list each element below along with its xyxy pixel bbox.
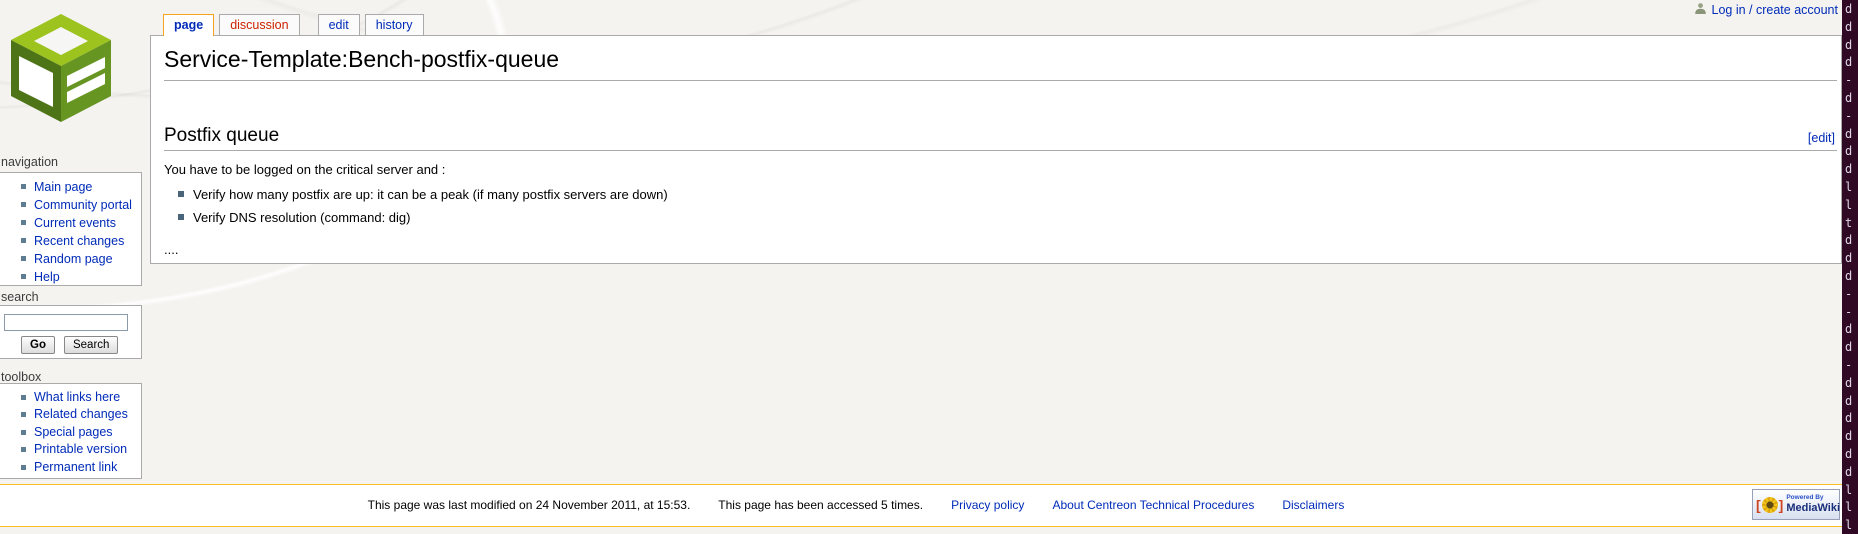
tab-history[interactable]: history [365,14,424,35]
toolbox-item-printable-version[interactable]: Printable version [34,442,127,456]
edit-section-link[interactable]: [edit] [1808,132,1835,146]
tab-discussion[interactable]: discussion [219,14,299,35]
tab-page[interactable]: page [163,14,214,36]
search-buttons: Go Search [21,336,141,354]
toolbox-portlet: What links here Related changes Special … [0,383,142,479]
navigation-portlet: Main page Community portal Current event… [0,172,142,286]
outro-paragraph: .... [164,242,1837,257]
about-link[interactable]: About Centreon Technical Procedures [1052,498,1254,512]
page-tabs: page discussion edit history [163,14,429,35]
sidebar-item-recent-changes[interactable]: Recent changes [34,234,124,248]
toolbox-item-what-links-here[interactable]: What links here [34,390,120,404]
badge-right-bracket: ] [1779,498,1784,512]
navigation-portlet-label: navigation [1,155,58,169]
search-portlet: Go Search [0,305,142,359]
list-item: Verify how many postfix are up: it can b… [178,187,1837,202]
sidebar-item-current-events[interactable]: Current events [34,216,116,230]
intro-paragraph: You have to be logged on the critical se… [164,162,1837,177]
section-heading-text: Postfix queue [164,125,279,146]
user-icon [1694,2,1707,18]
disclaimers-link[interactable]: Disclaimers [1282,498,1344,512]
sidebar-item-random-page[interactable]: Random page [34,252,113,266]
tab-edit[interactable]: edit [318,14,360,35]
checklist: Verify how many postfix are up: it can b… [178,187,1837,225]
sidebar-item-main-page[interactable]: Main page [34,180,92,194]
sidebar-item-community-portal[interactable]: Community portal [34,198,132,212]
search-button[interactable]: Search [64,336,118,354]
powered-by-mediawiki-badge[interactable]: [ ] Powered By MediaWiki [1752,489,1840,520]
section-heading: Postfix queue [edit] [164,126,1837,152]
sidebar-item-help[interactable]: Help [34,270,60,284]
article-content: Service-Template:Bench-postfix-queue Pos… [150,35,1842,264]
personal-bar: Log in / create account [1694,2,1838,18]
badge-powered-by: Powered By [1786,495,1840,502]
sunflower-icon [1762,497,1778,513]
footer: This page was last modified on 24 Novemb… [0,484,1842,527]
go-button[interactable]: Go [21,336,55,354]
last-modified-text: This page was last modified on 24 Novemb… [368,498,691,512]
search-portlet-label: search [1,290,39,304]
centreon-cube-icon [8,12,114,124]
toolbox-portlet-label: toolbox [1,370,41,384]
wiki-logo[interactable] [8,12,114,124]
search-input[interactable] [4,314,128,331]
background-terminal-window-edge[interactable]: d d d d - d - d d d l l t d d d - - d d … [1842,0,1858,534]
badge-mediawiki: MediaWiki [1786,503,1840,514]
access-count-text: This page has been accessed 5 times. [718,498,923,512]
toolbox-item-special-pages[interactable]: Special pages [34,425,113,439]
page-title: Service-Template:Bench-postfix-queue [164,46,1837,81]
login-link[interactable]: Log in / create account [1712,3,1838,17]
list-item: Verify DNS resolution (command: dig) [178,210,1837,225]
badge-left-bracket: [ [1756,498,1761,512]
privacy-policy-link[interactable]: Privacy policy [951,498,1024,512]
toolbox-item-related-changes[interactable]: Related changes [34,407,128,421]
toolbox-item-permanent-link[interactable]: Permanent link [34,460,117,474]
